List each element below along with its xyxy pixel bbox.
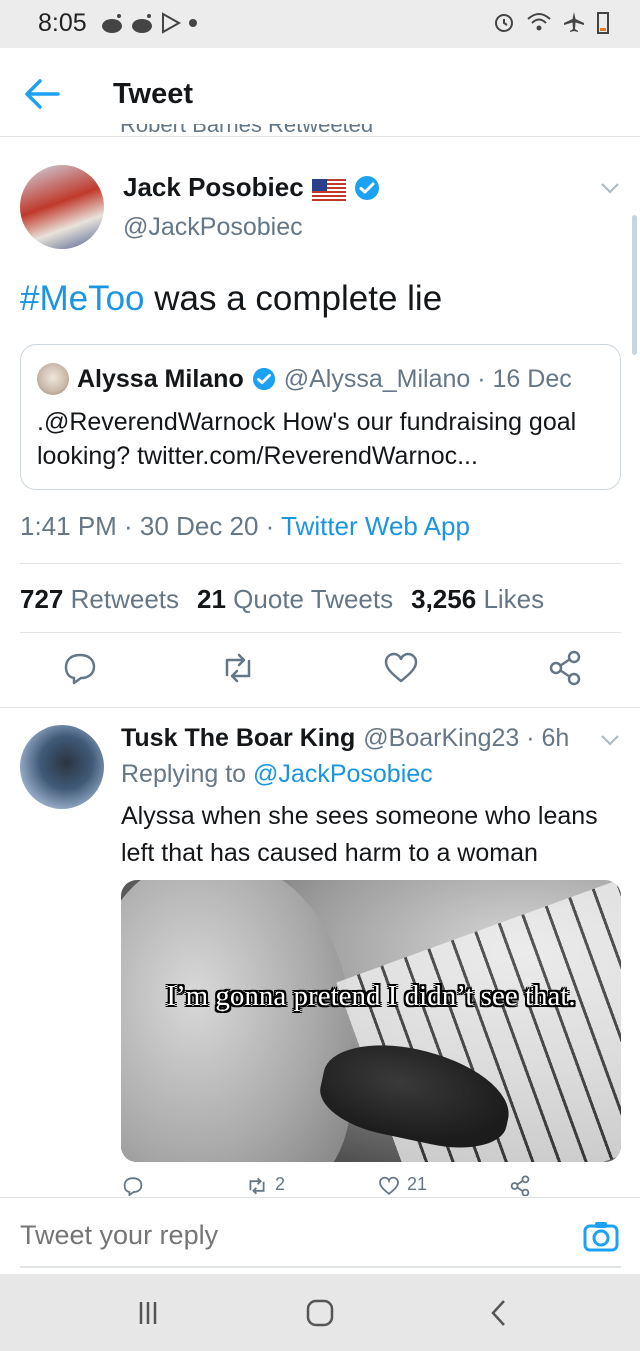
quoted-tweet-card[interactable]: Alyssa Milano @Alyssa_Milano · 16 Dec .@… [20,344,621,490]
retweet-icon [249,1177,265,1195]
reply-text: Alyssa when she sees someone who leans l… [121,802,598,867]
back-icon[interactable] [480,1294,520,1332]
quoted-tweet-header: Alyssa Milano @Alyssa_Milano · 16 Dec [37,363,572,395]
reply-retweet-action[interactable]: 2 [245,1174,285,1196]
likes-stat[interactable]: 3,256 Likes [411,584,544,615]
reply-media-image[interactable]: I’m gonna pretend I didn’t see that. [121,880,621,1162]
status-notification-icons [100,12,198,34]
reply-reply-action[interactable] [121,1174,145,1196]
status-time: 8:05 [38,9,87,37]
replying-to-prefix: Replying to [121,760,254,788]
quote-tweets-label: Quote Tweets [233,584,394,614]
tweet-actions [0,648,640,692]
scrollbar[interactable] [632,215,637,355]
reply-like-count: 21 [407,1174,428,1194]
author-name[interactable]: Jack Posobiec [123,172,304,203]
reply-author-name[interactable]: Tusk The Boar King [121,724,355,753]
verified-badge-icon [252,367,275,391]
battery-icon [597,12,609,34]
reply-input[interactable] [20,1220,540,1251]
status-bar: 8:05 [0,0,640,48]
tweet-source-link[interactable]: Twitter Web App [281,511,470,541]
tweet-text-body: was a complete lie [144,279,443,318]
recent-apps-icon[interactable] [128,1294,168,1332]
quoted-tweet-text: .@ReverendWarnock How's our fundraising … [37,408,577,470]
tweet-text: #MeToo was a complete lie [20,279,442,319]
home-icon[interactable] [300,1294,340,1332]
like-icon [379,1176,399,1195]
likes-count: 3,256 [411,584,477,614]
author-name-row[interactable]: Jack Posobiec [123,172,380,203]
page-title: Tweet [113,78,194,110]
retweets-label: Retweets [70,584,180,614]
airplane-icon [564,12,584,32]
section-divider [0,707,640,708]
reply-author-avatar[interactable] [20,725,104,809]
system-nav-bar [0,1274,640,1351]
quote-tweets-stat[interactable]: 21 Quote Tweets [197,584,393,615]
reply-retweet-count: 2 [275,1174,286,1194]
quoted-author-handle-date: @Alyssa_Milano · 16 Dec [283,364,572,393]
retweets-count: 727 [20,584,64,614]
wifi-icon [527,13,551,31]
tweet-timestamp: 1:41 PM · 30 Dec 20 · [20,511,282,541]
media-sleeve-shape [121,880,351,1162]
replying-to-link[interactable]: @JackPosobiec [253,760,433,788]
replying-to-line: Replying to @JackPosobiec [121,760,433,789]
quote-tweets-count: 21 [197,584,226,614]
likes-label: Likes [483,584,545,614]
stats-divider [20,632,621,633]
quoted-author-name: Alyssa Milano [77,364,244,393]
chevron-down-icon[interactable] [600,733,620,747]
share-icon[interactable] [545,648,585,688]
composer-underline [20,1266,621,1268]
hashtag-link[interactable]: #MeToo [20,279,145,318]
reply-header: Tusk The Boar King @BoarKing23 · 6h [121,724,569,753]
tweet-meta: 1:41 PM · 30 Dec 20 · Twitter Web App [20,511,470,542]
reply-icon[interactable] [60,648,100,688]
meta-divider [20,563,621,564]
app-bar-divider [0,136,640,137]
reply-like-action[interactable]: 21 [377,1174,427,1196]
reply-share-action[interactable] [508,1174,532,1196]
author-avatar[interactable] [20,165,104,249]
media-caption: I’m gonna pretend I didn’t see that. [166,980,576,1012]
reddit-icon [102,14,122,33]
like-icon[interactable] [381,648,421,688]
retweets-stat[interactable]: 727 Retweets [20,584,179,615]
reply-composer [0,1198,640,1274]
us-flag-icon [311,177,346,201]
tweet-stats: 727 Retweets 21 Quote Tweets 3,256 Likes [20,584,544,615]
reddit-icon [132,14,152,33]
alarm-icon [495,14,513,32]
chevron-down-icon[interactable] [600,181,620,195]
share-icon [510,1175,530,1196]
author-handle[interactable]: @JackPosobiec [123,213,303,242]
quoted-author-avatar [37,363,69,395]
play-store-icon [162,12,182,34]
camera-icon[interactable] [583,1220,619,1252]
retweet-icon[interactable] [218,648,258,688]
reply-author-handle-time[interactable]: @BoarKing23 · 6h [363,724,569,753]
dot-icon [189,19,197,27]
reply-actions: 2 21 [121,1170,621,1196]
reply-icon [123,1177,143,1196]
status-system-icons [492,10,610,34]
back-arrow-icon[interactable] [22,76,62,112]
verified-badge-icon [354,175,379,200]
